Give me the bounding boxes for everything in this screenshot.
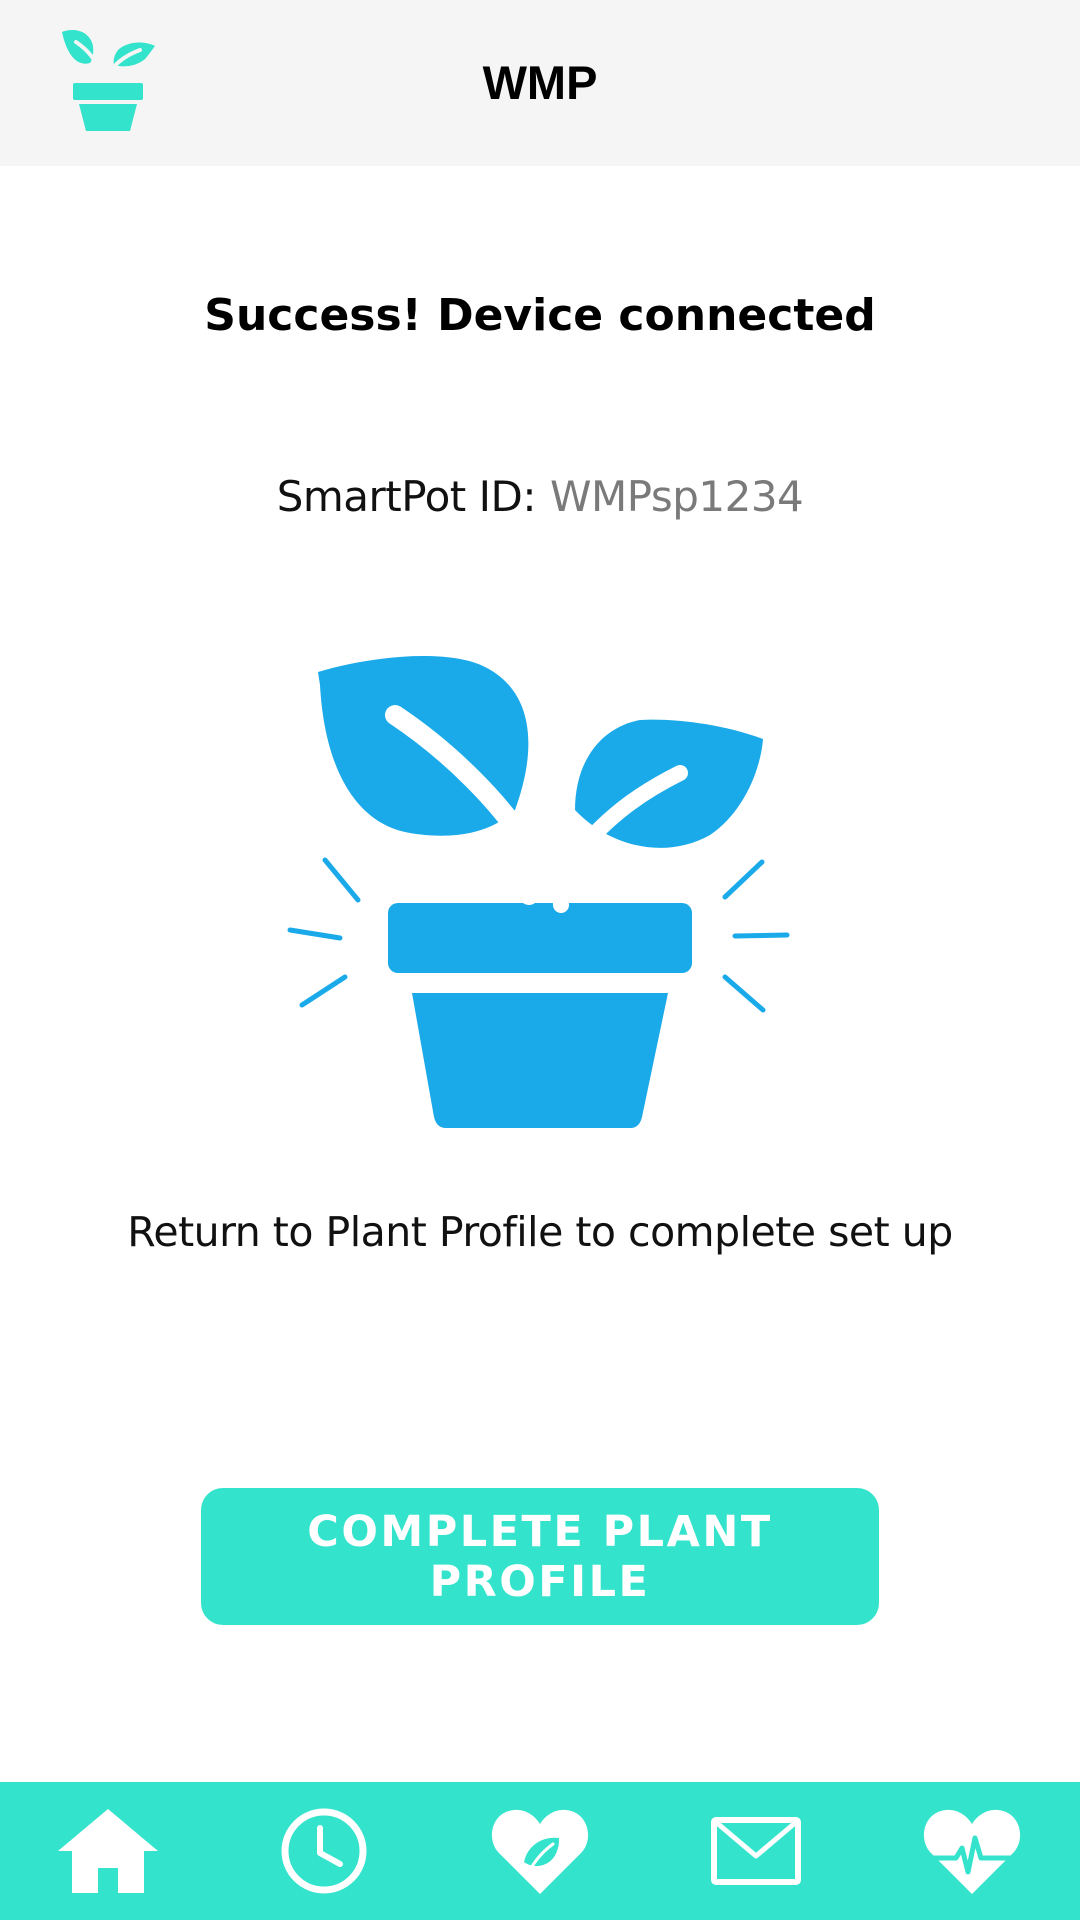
nav-health[interactable] [864,1782,1080,1920]
nav-plants[interactable] [432,1782,648,1920]
home-icon [58,1809,158,1893]
mail-icon [711,1817,801,1885]
app-header: WMP [0,0,1080,166]
bottom-nav [0,1782,1080,1920]
nav-home[interactable] [0,1782,216,1920]
smartpot-id-value: WMPsp1234 [549,472,804,521]
setup-message: Return to Plant Profile to complete set … [127,1208,953,1256]
complete-plant-profile-button[interactable]: COMPLETE PLANT PROFILE [201,1488,879,1625]
smartpot-id-row: SmartPot ID: WMPsp1234 [0,472,1080,521]
heart-leaf-icon [491,1809,589,1894]
success-heading: Success! Device connected [204,290,876,341]
smartpot-id-label: SmartPot ID: [276,472,537,521]
nav-messages[interactable] [648,1782,864,1920]
plant-pot-icon [287,656,790,1128]
app-title: WMP [482,56,598,109]
clock-icon [281,1808,367,1894]
nav-history[interactable] [216,1782,432,1920]
heart-pulse-icon [923,1809,1021,1894]
